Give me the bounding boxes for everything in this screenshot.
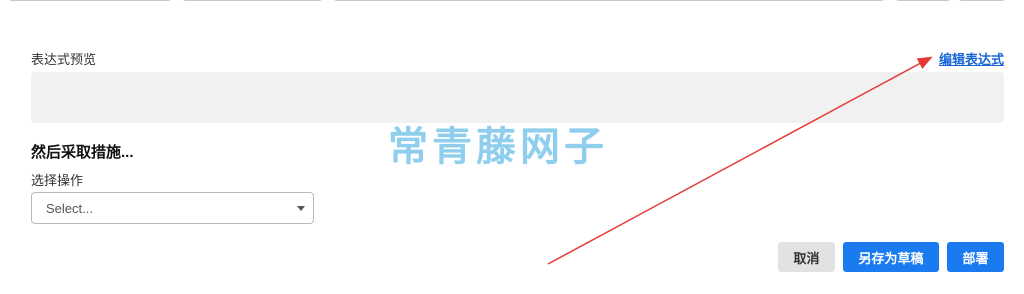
action-heading: 然后采取措施... [31,144,134,161]
top-button-1[interactable] [895,0,951,1]
watermark-text: 常青藤网子 [388,124,608,170]
top-button-2[interactable] [958,0,1006,1]
edit-expression-link[interactable]: 编辑表达式 [939,49,1004,68]
operation-label: 选择操作 [31,173,84,188]
top-field-2[interactable] [182,0,323,1]
top-field-3[interactable] [333,0,885,1]
rule-editor-page: 表达式预览 编辑表达式 然后采取措施... 选择操作 Select... 常青藤… [0,0,1024,294]
operation-select-value: Select... [46,201,93,216]
cancel-button[interactable]: 取消 [778,242,835,272]
top-field-1[interactable] [8,0,172,1]
operation-select[interactable]: Select... [31,192,314,224]
caret-down-icon [297,206,305,211]
top-input-row [0,0,1024,2]
deploy-button[interactable]: 部署 [947,242,1004,272]
save-draft-button[interactable]: 另存为草稿 [843,242,939,272]
expression-preview-label: 表达式预览 [31,52,97,67]
